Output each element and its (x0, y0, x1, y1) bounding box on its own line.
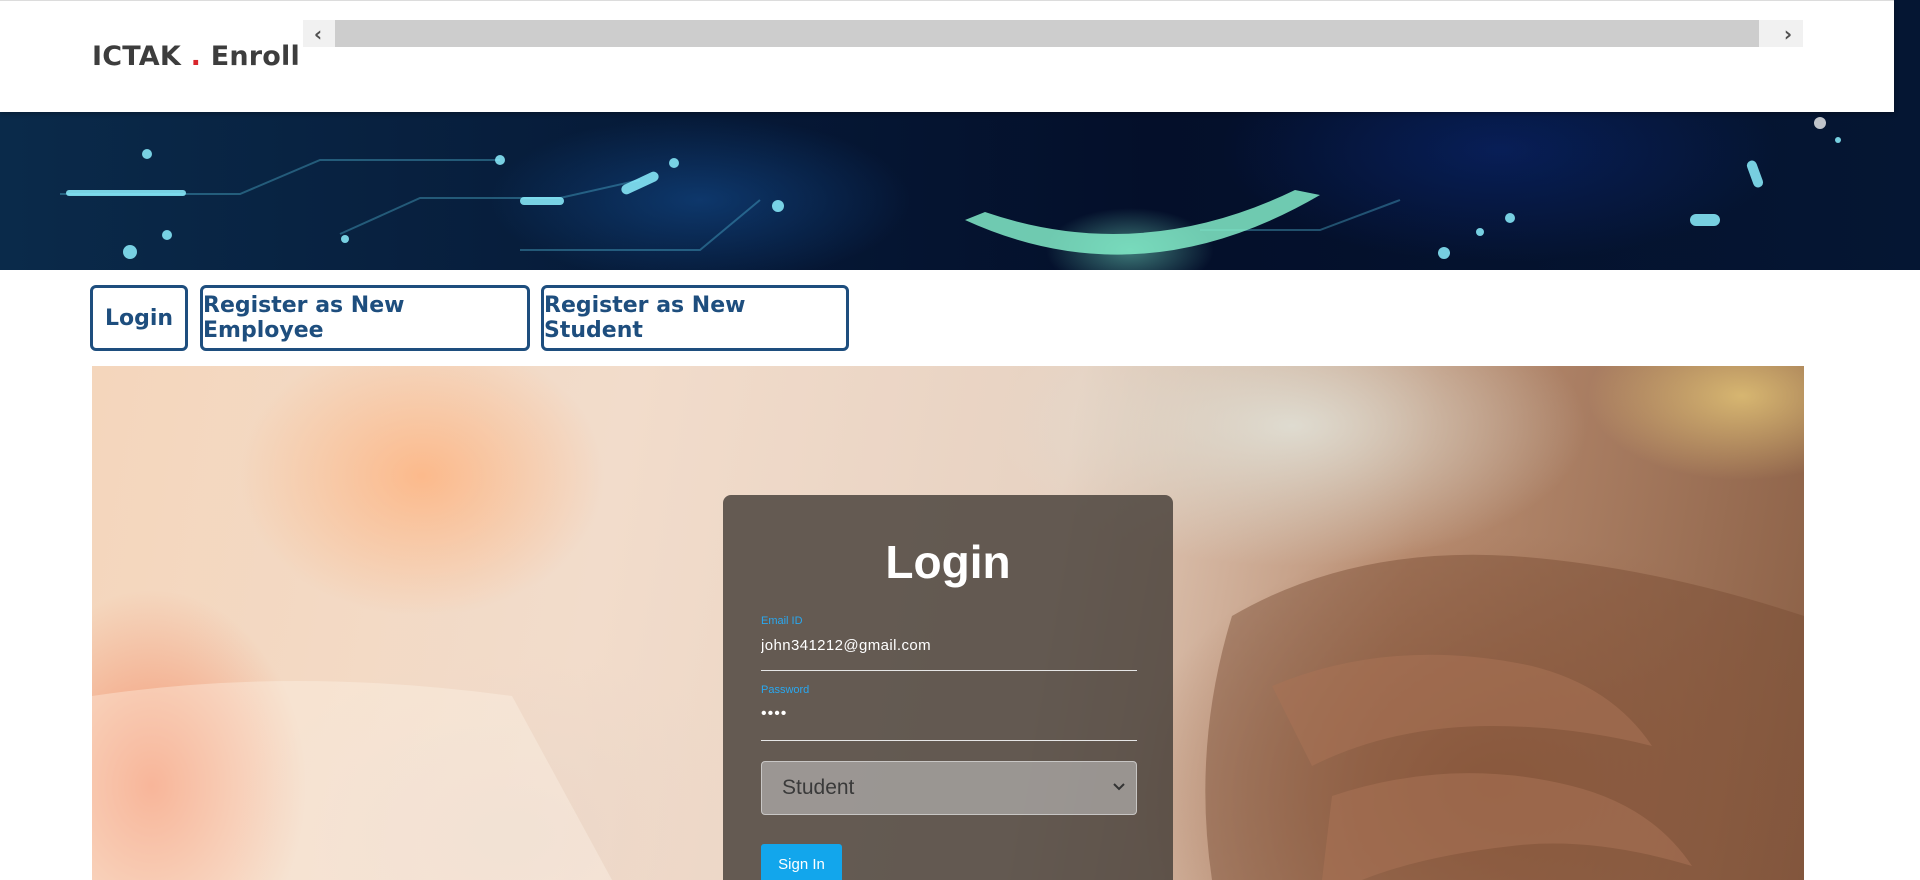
login-card: Login Email ID Password Student Sign In (723, 495, 1173, 880)
login-title: Login (885, 536, 1011, 588)
email-label: Email ID (761, 615, 803, 627)
tab-register-student[interactable]: Register as New Student (541, 285, 849, 351)
email-field[interactable]: Email ID (761, 615, 1137, 671)
brand-prefix: ICTAK (92, 41, 182, 72)
brand-suffix: Enroll (210, 41, 300, 72)
password-label: Password (761, 684, 810, 696)
tab-login[interactable]: Login (90, 285, 188, 351)
role-select[interactable]: Student (761, 761, 1137, 815)
top-navbar: ICTAK . Enroll ‹ › (0, 0, 1894, 112)
password-input[interactable] (761, 702, 1137, 726)
chevron-down-icon (1113, 783, 1125, 791)
tab-register-employee[interactable]: Register as New Employee (200, 285, 530, 351)
sign-in-button[interactable]: Sign In (761, 844, 842, 880)
horizontal-scrollbar[interactable]: ‹ › (303, 20, 1803, 47)
chevron-left-icon[interactable]: ‹ (303, 20, 333, 47)
chevron-right-icon[interactable]: › (1773, 20, 1803, 47)
brand-dot: . (190, 41, 202, 72)
password-field[interactable]: Password (761, 684, 1137, 741)
scrollbar-thumb[interactable] (335, 20, 1759, 47)
brand-logo[interactable]: ICTAK . Enroll (92, 41, 300, 72)
role-select-value: Student (782, 776, 855, 799)
email-input[interactable] (761, 633, 1137, 657)
